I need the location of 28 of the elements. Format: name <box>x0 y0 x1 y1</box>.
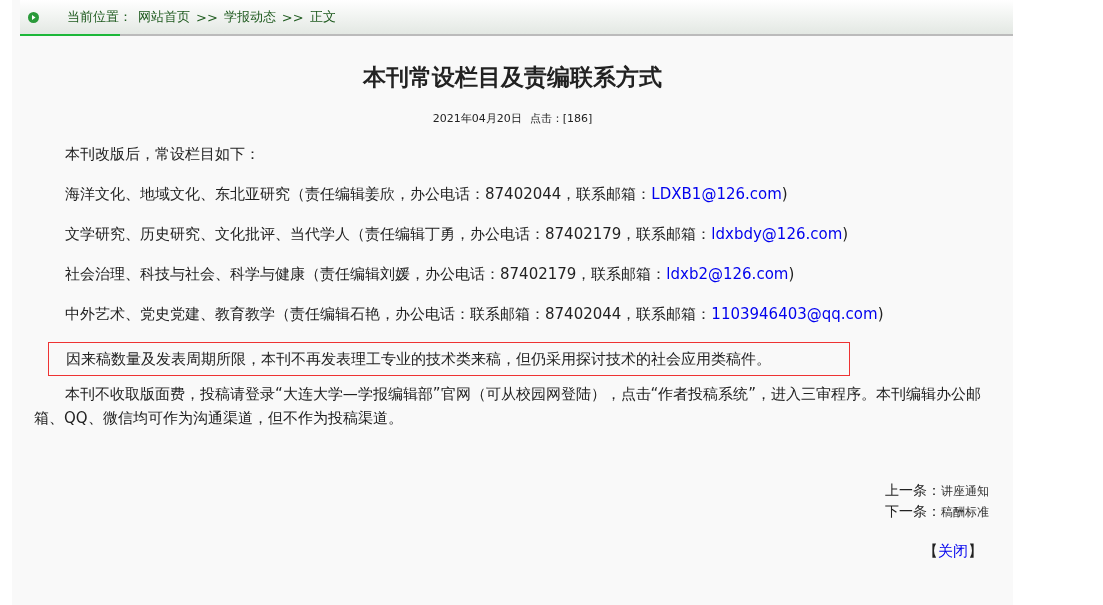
breadcrumb-label: 当前位置： <box>67 8 132 26</box>
breadcrumb-link[interactable]: 正文 <box>309 8 336 26</box>
breadcrumb-link[interactable]: 网站首页 <box>138 8 190 26</box>
breadcrumb-link[interactable]: 学报动态 <box>223 8 276 26</box>
breadcrumb-separator: >> <box>281 9 304 25</box>
play-icon <box>28 11 39 23</box>
nav-label: 上一条： <box>885 482 941 498</box>
notice-paragraph: 因来稿数量及发表周期所限，本刊不再发表理工专业的技术类来稿，但仍采用探讨技术的社会应用类稿件。 <box>48 342 850 376</box>
paragraph: 本刊不收取版面费，投稿请登录“大连大学—学报编辑部”官网（可从校园网登陆），点击“作者投稿系统”，进入三审程序。本刊编辑办公邮箱、QQ、微信均可作为沟通渠道，但不作为投稿渠道。 <box>34 384 983 429</box>
breadcrumb-separator: >> <box>196 9 218 25</box>
email-link[interactable]: 1103946403@qq.com <box>711 305 878 323</box>
hit-count: 点击：[186] <box>529 111 593 126</box>
column-paragraph: 文学研究、历史研究、文化批评、当代学人（责任编辑丁勇，办公电话：87402179，联系邮箱：ldxbdy@126.com) <box>64 224 850 245</box>
email-link[interactable]: ldxb2@126.com <box>666 265 789 283</box>
close-link[interactable]: 关闭 <box>938 542 968 560</box>
bracket: 【 <box>923 542 938 560</box>
article-link[interactable]: 稿酬标准 <box>941 505 989 519</box>
column-paragraph: 社会治理、科技与社会、科学与健康（责任编辑刘媛，办公电话：87402179，联系邮箱：ldxb2@126.com) <box>64 264 796 285</box>
email-link[interactable]: LDXB1@126.com <box>651 185 782 203</box>
column-paragraph: 中外艺术、党史党建、教育教学（责任编辑石艳，办公电话：联系邮箱：87402044，联系邮箱：1103946403@qq.com) <box>64 304 885 325</box>
email-link[interactable]: ldxbdy@126.com <box>711 225 843 243</box>
bracket: 】 <box>968 542 983 560</box>
article-link[interactable]: 讲座通知 <box>941 484 989 498</box>
paragraph: 本刊改版后，常设栏目如下： <box>64 144 261 165</box>
column-paragraph: 海洋文化、地域文化、东北亚研究（责任编辑姜欣，办公电话：87402044，联系邮箱：LDXB1@126.com) <box>64 184 789 205</box>
article-title: 本刊常设栏目及责编联系方式 <box>361 63 663 92</box>
nav-label: 下一条： <box>885 503 941 519</box>
publish-date: 2021年04月20日 <box>432 111 522 126</box>
